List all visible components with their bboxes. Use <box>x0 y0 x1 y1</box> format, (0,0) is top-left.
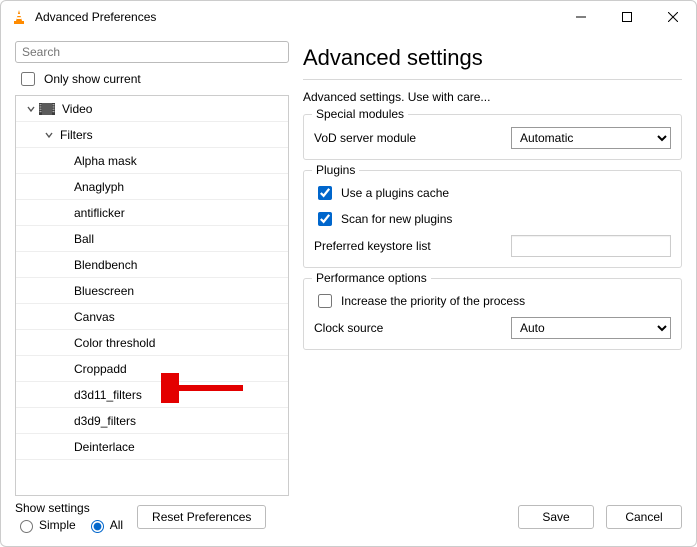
tree-item-label: Anaglyph <box>74 180 124 194</box>
all-radio-label[interactable]: All <box>86 517 123 533</box>
tree-item-label: antiflicker <box>74 206 125 220</box>
tree-item-d3d11-filters[interactable]: d3d11_filters <box>16 382 288 408</box>
tree-item-label: Bluescreen <box>74 284 134 298</box>
scan-new-plugins-label: Scan for new plugins <box>341 212 452 226</box>
cancel-button[interactable]: Cancel <box>606 505 682 529</box>
scan-new-plugins-checkbox[interactable] <box>318 212 332 226</box>
clock-source-label: Clock source <box>314 321 501 335</box>
tree-item-bluescreen[interactable]: Bluescreen <box>16 278 288 304</box>
page-title: Advanced settings <box>303 45 682 71</box>
simple-radio-label[interactable]: Simple <box>15 517 76 533</box>
page-subtitle: Advanced settings. Use with care... <box>303 90 682 104</box>
right-panel: Advanced settings Advanced settings. Use… <box>303 41 682 496</box>
clock-source-select[interactable]: Auto <box>511 317 671 339</box>
tree-item-filters[interactable]: Filters <box>16 122 288 148</box>
tree-item-label: Filters <box>60 128 93 142</box>
left-panel: Only show current Video Filters Alpha ma… <box>15 41 289 496</box>
chevron-down-icon <box>24 102 38 116</box>
minimize-button[interactable] <box>558 1 604 33</box>
group-performance: Performance options Increase the priorit… <box>303 278 682 350</box>
titlebar: Advanced Preferences <box>1 1 696 33</box>
tree-item-ball[interactable]: Ball <box>16 226 288 252</box>
tree-item-croppadd[interactable]: Croppadd <box>16 356 288 382</box>
only-show-current-label: Only show current <box>44 72 141 86</box>
use-plugins-cache-checkbox[interactable] <box>318 186 332 200</box>
only-show-current-checkbox[interactable] <box>21 72 35 86</box>
vod-server-module-label: VoD server module <box>314 131 501 145</box>
tree-item-label: Blendbench <box>74 258 137 272</box>
group-title: Performance options <box>312 271 431 285</box>
tree-item-d3d9-filters[interactable]: d3d9_filters <box>16 408 288 434</box>
tree-item-antiflicker[interactable]: antiflicker <box>16 200 288 226</box>
show-settings-label: Show settings <box>15 501 123 515</box>
preferred-keystore-label: Preferred keystore list <box>314 239 501 253</box>
reset-preferences-button[interactable]: Reset Preferences <box>137 505 266 529</box>
tree-item-canvas[interactable]: Canvas <box>16 304 288 330</box>
search-input[interactable] <box>15 41 289 63</box>
vod-server-module-select[interactable]: Automatic <box>511 127 671 149</box>
group-special-modules: Special modules VoD server module Automa… <box>303 114 682 160</box>
tree-item-video[interactable]: Video <box>16 96 288 122</box>
tree-item-label: Canvas <box>74 310 115 324</box>
tree-item-deinterlace[interactable]: Deinterlace <box>16 434 288 460</box>
show-settings: Show settings Simple All <box>15 501 123 533</box>
tree-item-blendbench[interactable]: Blendbench <box>16 252 288 278</box>
tree-item-label: Color threshold <box>74 336 155 350</box>
content: Only show current Video Filters Alpha ma… <box>1 33 696 496</box>
window-title: Advanced Preferences <box>35 10 156 24</box>
group-plugins: Plugins Use a plugins cache Scan for new… <box>303 170 682 268</box>
tree-item-label: Croppadd <box>74 362 127 376</box>
tree-item-label: Deinterlace <box>74 440 135 454</box>
film-icon <box>38 102 56 116</box>
vlc-icon <box>11 9 27 25</box>
tree-item-label: d3d11_filters <box>74 388 142 402</box>
tree-item-label: Alpha mask <box>74 154 137 168</box>
use-plugins-cache-label: Use a plugins cache <box>341 186 449 200</box>
close-button[interactable] <box>650 1 696 33</box>
group-title: Special modules <box>312 107 408 121</box>
maximize-button[interactable] <box>604 1 650 33</box>
chevron-down-icon <box>42 128 56 142</box>
tree-item-label: Video <box>62 102 92 116</box>
preferences-tree[interactable]: Video Filters Alpha mask Anaglyph antifl… <box>15 95 289 496</box>
group-title: Plugins <box>312 163 359 177</box>
increase-priority-label: Increase the priority of the process <box>341 294 525 308</box>
tree-item-anaglyph[interactable]: Anaglyph <box>16 174 288 200</box>
tree-item-label: Ball <box>74 232 94 246</box>
increase-priority-checkbox[interactable] <box>318 294 332 308</box>
preferred-keystore-input[interactable] <box>511 235 671 257</box>
tree-item-label: d3d9_filters <box>74 414 136 428</box>
tree-item-color-threshold[interactable]: Color threshold <box>16 330 288 356</box>
simple-radio[interactable] <box>20 520 33 533</box>
tree-item-alpha-mask[interactable]: Alpha mask <box>16 148 288 174</box>
save-button[interactable]: Save <box>518 505 594 529</box>
all-radio[interactable] <box>91 520 104 533</box>
bottom-bar: Show settings Simple All Reset Preferenc… <box>1 496 696 546</box>
